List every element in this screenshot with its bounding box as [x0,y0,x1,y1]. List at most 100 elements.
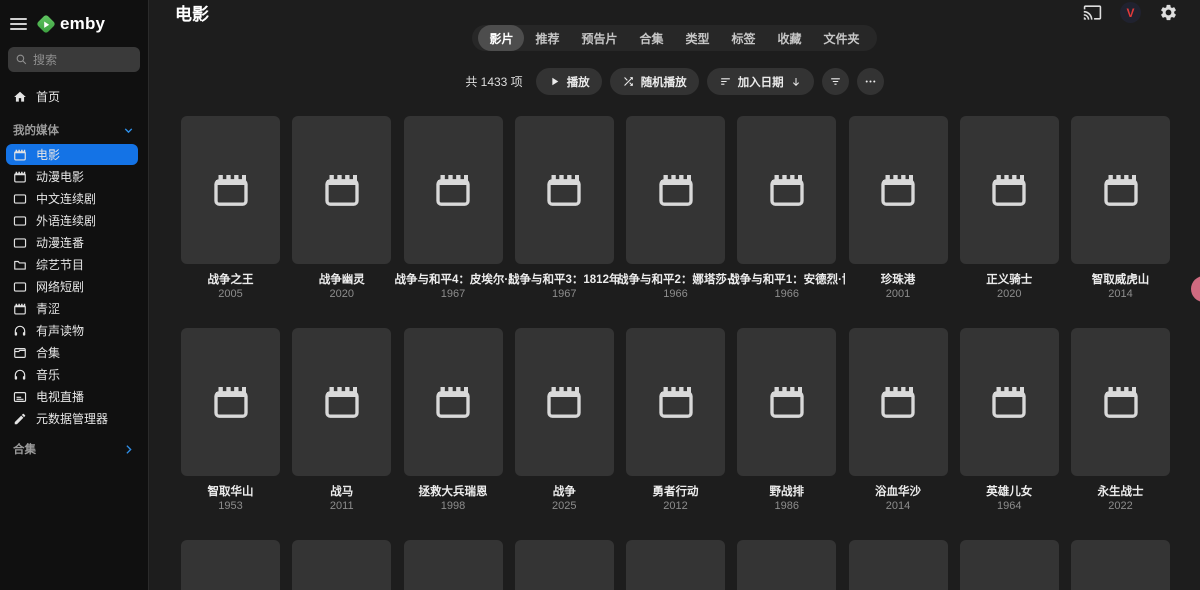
tab-trailers[interactable]: 预告片 [570,25,628,51]
sidebar-item-anime-movies[interactable]: 动漫电影 [6,166,138,187]
movie-card[interactable]: 战争与和平1：安德烈·博 1966 [728,116,845,301]
sidebar-item-music[interactable]: 音乐 [6,364,138,385]
movie-card[interactable]: 战争与和平4：皮埃尔·别 1967 [395,116,512,301]
movie-poster[interactable] [514,328,614,476]
sort-button[interactable]: 加入日期 [706,68,814,95]
sidebar-item-movies[interactable]: 电影 [6,144,138,165]
movie-card[interactable]: 正义骑士 2020 [959,116,1059,301]
movie-poster[interactable] [1071,540,1170,590]
movie-title: 战争 [552,486,576,498]
sidebar-item-home[interactable]: 首页 [6,86,138,107]
tab-favorites[interactable]: 收藏 [767,25,813,51]
movie-card[interactable]: 永生战士 2022 [1071,328,1170,513]
movie-poster[interactable] [1071,328,1170,476]
movie-card[interactable]: 拯救大兵瑞恩 1998 [403,328,503,513]
sidebar-section-my-media[interactable]: 我的媒体 [0,120,148,140]
user-avatar[interactable]: V [1120,2,1141,23]
movie-card[interactable]: 战马 2011 [292,328,392,513]
tab-folders[interactable]: 文件夹 [813,25,871,51]
movie-card[interactable]: 战争与和平2：娜塔莎·罗 1966 [617,116,734,301]
movie-card-placeholder[interactable] [959,540,1059,590]
menu-icon[interactable] [10,18,27,30]
movie-card-placeholder[interactable] [626,540,725,590]
movie-poster[interactable] [626,116,725,264]
sidebar-item-foreign-series[interactable]: 外语连续剧 [6,210,138,231]
movie-poster[interactable] [626,540,725,590]
movie-poster[interactable] [848,540,948,590]
movie-icon [211,170,251,210]
tab-suggestions[interactable]: 推荐 [524,25,570,51]
movie-poster[interactable] [292,540,392,590]
sidebar-item-live-tv[interactable]: 电视直播 [6,386,138,407]
sidebar-item-label: 外语连续剧 [36,214,97,228]
sort-icon [719,75,732,88]
movie-poster[interactable] [403,540,503,590]
sidebar-item-qingse[interactable]: 青涩 [6,298,138,319]
movie-card[interactable]: 战争与和平3：1812年 1967 [508,116,620,301]
movie-poster[interactable] [737,328,837,476]
movie-card[interactable]: 战争幽灵 2020 [292,116,392,301]
sidebar-item-web-shorts[interactable]: 网络短剧 [6,276,138,297]
movie-year: 2022 [1108,500,1133,512]
settings-icon[interactable] [1159,3,1178,22]
movie-card[interactable]: 战争之王 2005 [181,116,280,301]
sidebar-item-label: 网络短剧 [36,280,85,294]
filter-button[interactable] [821,68,849,95]
sidebar-item-anime-series[interactable]: 动漫连番 [6,232,138,253]
sidebar-section-collections[interactable]: 合集 [0,439,148,459]
tab-collections[interactable]: 合集 [628,25,674,51]
movie-card[interactable]: 智取威虎山 2014 [1071,116,1170,301]
sidebar-item-chinese-series[interactable]: 中文连续剧 [6,188,138,209]
movie-card[interactable]: 智取华山 1953 [181,328,280,513]
movie-poster[interactable] [1071,116,1170,264]
play-button[interactable]: 播放 [535,68,602,95]
movie-poster[interactable] [403,116,503,264]
movie-card[interactable]: 勇者行动 2012 [626,328,725,513]
movie-card[interactable]: 珍珠港 2001 [848,116,948,301]
more-button[interactable] [856,68,884,95]
movie-poster[interactable] [848,116,948,264]
movie-grid: 战争之王 2005 战争幽灵 2020 战争与和平4：皮埃尔·别 1967 战争… [181,116,1170,590]
movie-poster[interactable] [514,116,614,264]
movie-card[interactable]: 浴血华沙 2014 [848,328,948,513]
movie-poster[interactable] [181,328,280,476]
movie-poster[interactable] [959,540,1059,590]
cast-icon[interactable] [1083,3,1102,22]
movie-poster[interactable] [181,540,280,590]
sidebar-item-audiobooks[interactable]: 有声读物 [6,320,138,341]
tab-films[interactable]: 影片 [478,25,525,51]
sidebar-item-variety-shows[interactable]: 综艺节目 [6,254,138,275]
movie-poster[interactable] [514,540,614,590]
movie-poster[interactable] [959,328,1059,476]
movie-poster[interactable] [848,328,948,476]
emby-logo[interactable]: emby [36,14,105,34]
movie-poster[interactable] [292,328,392,476]
movie-card[interactable]: 战争 2025 [514,328,614,513]
movie-card-placeholder[interactable] [737,540,837,590]
movie-card[interactable]: 英雄儿女 1964 [959,328,1059,513]
movie-poster[interactable] [737,540,837,590]
sidebar-item-collections[interactable]: 合集 [6,342,138,363]
shuffle-button[interactable]: 随机播放 [609,68,699,95]
movie-poster[interactable] [737,116,837,264]
movie-poster[interactable] [292,116,392,264]
movie-poster[interactable] [181,116,280,264]
movie-poster[interactable] [959,116,1059,264]
movie-poster[interactable] [403,328,503,476]
tab-genres[interactable]: 类型 [675,25,721,51]
movie-card-placeholder[interactable] [403,540,503,590]
movie-poster[interactable] [626,328,725,476]
movie-card[interactable]: 野战排 1986 [737,328,837,513]
tab-tags[interactable]: 标签 [721,25,767,51]
movie-year: 1953 [218,500,243,512]
sidebar-item-metadata-manager[interactable]: 元数据管理器 [6,408,138,429]
search-box[interactable] [8,47,140,72]
movie-card-placeholder[interactable] [1071,540,1170,590]
arrow-down-icon [790,76,802,88]
movie-card-placeholder[interactable] [848,540,948,590]
movie-card-placeholder[interactable] [181,540,280,590]
movie-card-placeholder[interactable] [514,540,614,590]
search-input[interactable] [33,52,133,67]
headphones-icon [13,324,27,338]
movie-card-placeholder[interactable] [292,540,392,590]
